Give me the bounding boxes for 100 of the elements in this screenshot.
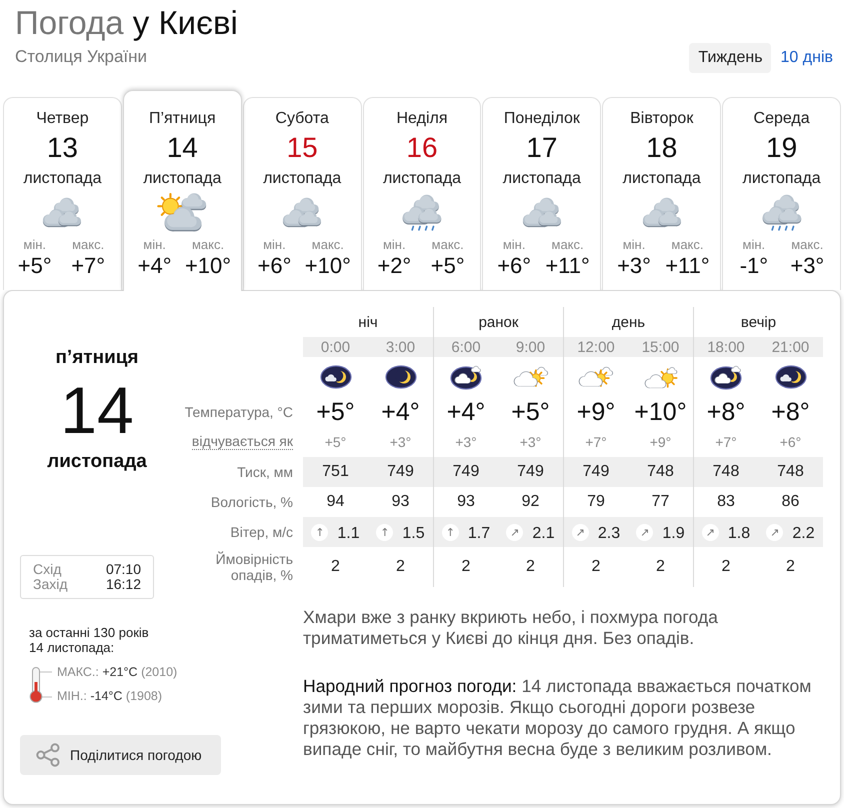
- period-label: ніч: [358, 314, 378, 330]
- month-label: листопада: [23, 170, 102, 187]
- precipitation-chance: 2: [786, 558, 795, 576]
- feels-like-value: +7°: [715, 434, 737, 450]
- time-label: 12:00: [577, 338, 615, 356]
- temperature-value: +10°: [634, 398, 687, 426]
- weekday-label: Субота: [275, 110, 329, 127]
- sun-cloud-icon: [578, 366, 614, 388]
- moon-cloud-icon: [774, 365, 806, 389]
- sunset-label: Захід: [33, 577, 68, 592]
- date-number: 14: [166, 132, 198, 163]
- max-label: макс.: [791, 237, 824, 253]
- humidity-value: 79: [587, 493, 605, 511]
- pressure-value: 748: [777, 463, 804, 481]
- record-temperature: МАКС.: +21°C (2010): [57, 665, 178, 679]
- range-tab[interactable]: 10 днів: [772, 43, 841, 73]
- max-label: макс.: [312, 237, 344, 253]
- min-label: мін.: [143, 237, 166, 253]
- month-label: листопада: [263, 170, 342, 187]
- date-number: 18: [646, 132, 678, 163]
- min-label: мін.: [622, 237, 646, 253]
- cloud-icon: [522, 196, 562, 228]
- period-label: ранок: [478, 314, 518, 330]
- record-temperature: МІН.: -14°C (1908): [57, 689, 162, 703]
- share-button[interactable]: Поділитися погодою: [20, 735, 221, 775]
- weekday-label: Неділя: [396, 110, 448, 127]
- min-temperature: +4°: [138, 253, 172, 279]
- max-temperature: +11°: [665, 253, 710, 279]
- wind-speed-value: 1.8: [728, 524, 750, 542]
- row-label: Тиск, мм: [237, 464, 293, 480]
- wind-speed-value: 1.7: [468, 524, 490, 542]
- humidity-value: 77: [652, 493, 670, 511]
- feels-like-value: +3°: [455, 434, 477, 450]
- time-label: 9:00: [516, 338, 546, 356]
- max-temperature: +3°: [790, 253, 824, 279]
- day-tab[interactable]: Субота 15 листопада мін. +6° макс. +10°: [242, 97, 362, 290]
- sunrise-time: 07:10: [106, 562, 141, 577]
- day-tab[interactable]: Вівторок 18 листопада мін. +3° макс. +11°: [602, 97, 722, 290]
- feels-like-value: +9°: [650, 434, 672, 450]
- time-label: 15:00: [642, 338, 680, 356]
- sun-cloud-icon: [644, 366, 678, 388]
- date-number: 15: [286, 132, 318, 163]
- feels-like-value: +5°: [324, 434, 346, 450]
- range-tab[interactable]: Тиждень: [689, 43, 771, 73]
- humidity-value: 83: [717, 493, 735, 511]
- date-number: 13: [46, 132, 78, 163]
- precipitation-chance: 2: [331, 558, 340, 576]
- min-temperature: +2°: [377, 253, 412, 279]
- moon-cloud-icon: [710, 364, 742, 390]
- sunset-time: 16:12: [106, 577, 141, 592]
- weekday-label: П’ятниця: [148, 110, 216, 127]
- precipitation-chance: 2: [656, 558, 665, 576]
- page-subtitle: Столиця України: [15, 47, 148, 67]
- pressure-value: 749: [387, 463, 414, 481]
- month-label: листопада: [143, 170, 222, 187]
- precipitation-chance: 2: [396, 558, 405, 576]
- pressure-value: 749: [452, 463, 480, 481]
- time-label: 3:00: [386, 338, 416, 356]
- weekday-label: Понеділок: [504, 110, 580, 127]
- temperature-value: +5°: [511, 398, 550, 426]
- temperature-value: +5°: [316, 398, 355, 426]
- day-tab[interactable]: Неділя 16 листопада мін. +2° макс. +5°: [362, 97, 482, 290]
- pressure-value: 749: [582, 463, 610, 481]
- moon-cloud-icon: [320, 365, 352, 389]
- today-date: 14: [60, 373, 134, 447]
- sun-cloud-icon: [157, 192, 208, 232]
- weekday-label: Вівторок: [630, 110, 694, 127]
- date-number: 17: [526, 132, 558, 163]
- temperature-value: +8°: [771, 398, 810, 426]
- precipitation-chance: 2: [462, 558, 470, 576]
- day-tab[interactable]: Середа 19 листопада мін. -1° макс. +3°: [722, 97, 842, 290]
- moon-icon: [384, 365, 416, 389]
- min-temperature: +3°: [617, 253, 651, 279]
- history-caption: за останні 130 років 14 листопада:: [29, 625, 149, 655]
- month-label: листопада: [742, 170, 821, 187]
- row-label: Температура, °C: [184, 404, 293, 420]
- period-label: день: [612, 314, 646, 330]
- month-label: листопада: [382, 170, 462, 187]
- thermometer-icon: [28, 667, 52, 703]
- sunrise-label: Схід: [33, 562, 62, 577]
- max-label: макс.: [432, 237, 464, 253]
- max-temperature: +11°: [545, 253, 590, 279]
- temperature-value: +4°: [446, 398, 486, 426]
- day-tab[interactable]: П’ятниця 14 листопада мін. +4° макс. +10°: [122, 90, 242, 291]
- min-temperature: +5°: [18, 253, 52, 279]
- sun-cloud-icon: [512, 366, 548, 388]
- feels-like-value: +3°: [520, 434, 542, 450]
- pressure-value: 749: [517, 463, 544, 481]
- period-label: вечір: [740, 314, 776, 330]
- day-tab[interactable]: Понеділок 17 листопада мін. +6° макс. +11°: [482, 97, 602, 290]
- min-temperature: +6°: [257, 253, 292, 279]
- min-label: мін.: [742, 237, 766, 253]
- max-label: макс.: [192, 237, 224, 253]
- min-temperature: -1°: [740, 253, 768, 279]
- pressure-value: 748: [647, 463, 674, 481]
- temperature-value: +4°: [381, 398, 420, 426]
- time-label: 18:00: [707, 338, 745, 356]
- wind-speed-value: 2.2: [792, 524, 815, 542]
- day-tab[interactable]: Четвер 13 листопада мін. +5° макс. +7°: [3, 97, 122, 290]
- max-temperature: +10°: [304, 253, 351, 279]
